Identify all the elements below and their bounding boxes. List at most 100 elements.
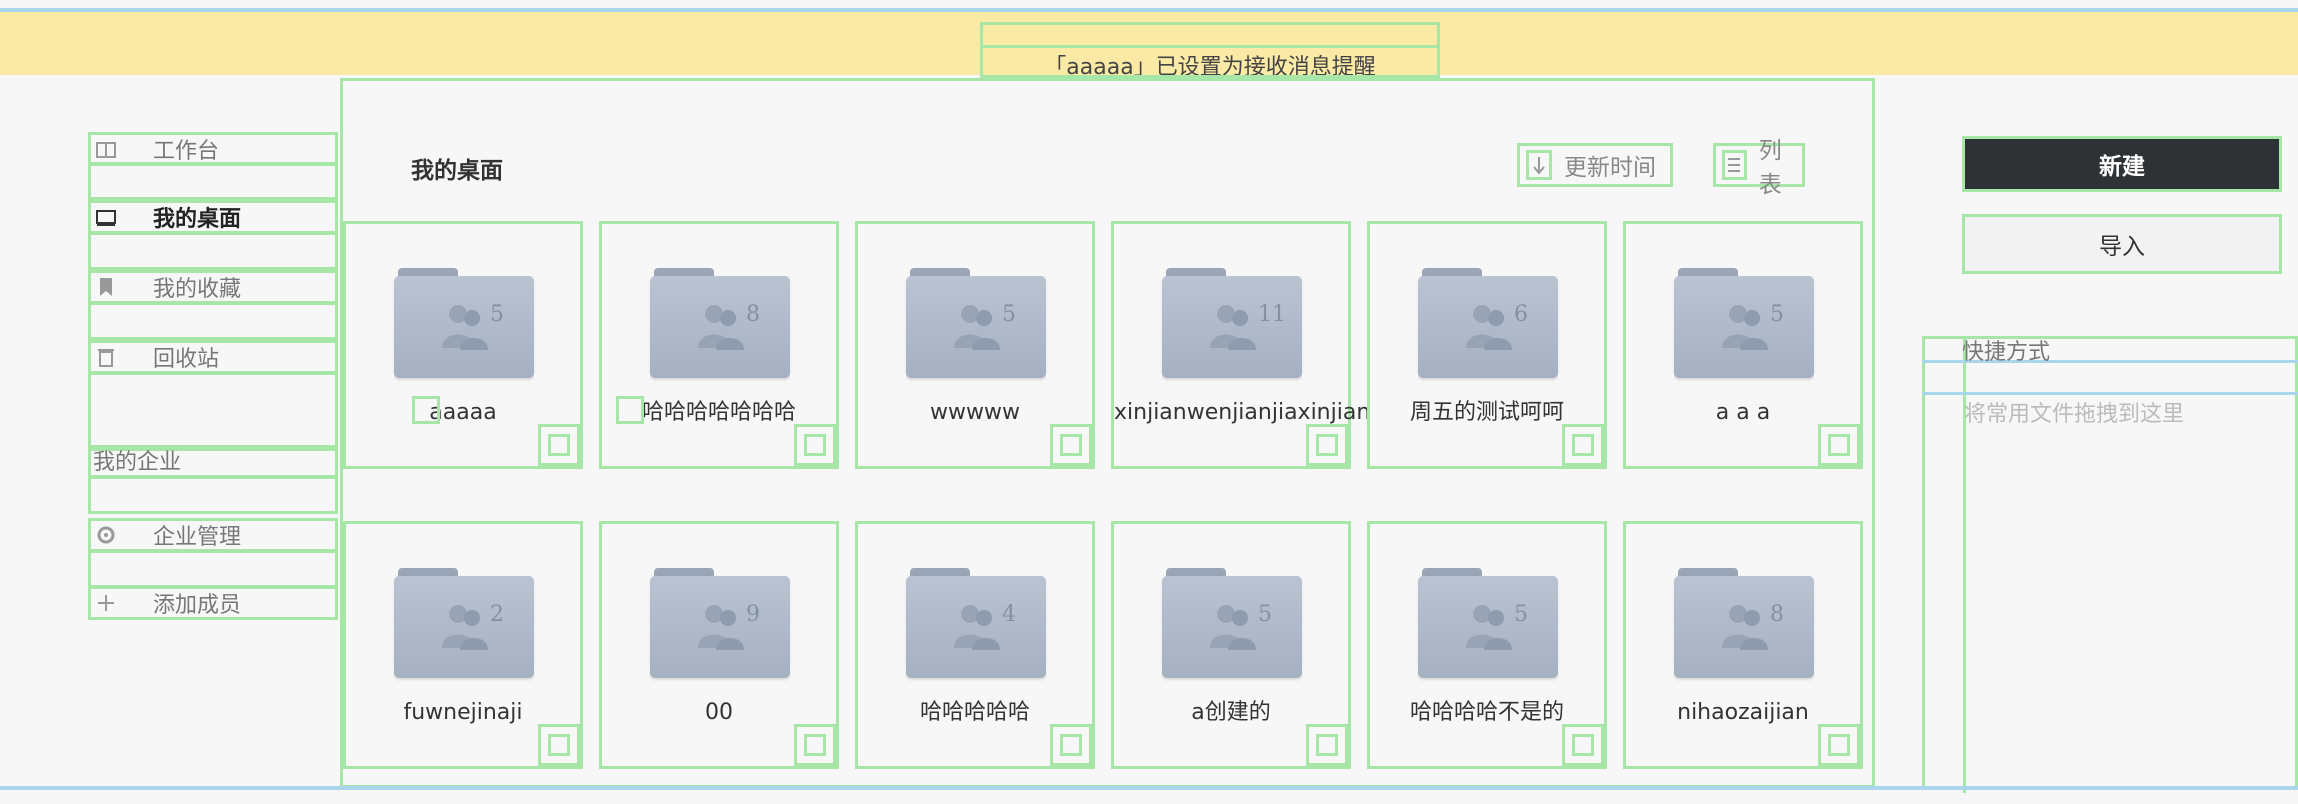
member-count: 5: [1514, 602, 1528, 627]
select-checkbox[interactable]: [1818, 424, 1860, 466]
select-checkbox[interactable]: [1050, 724, 1092, 766]
sidebar-item-label: 我的收藏: [153, 277, 242, 302]
shared-folder-icon: 4: [906, 568, 1046, 678]
main-panel: 我的桌面 更新时间 列表 5 aaaaa 8 哈哈哈哈哈哈哈 5 wwwww 11 xinji…: [340, 78, 1875, 788]
shared-folder-icon: 2: [394, 568, 534, 678]
workbench-icon: [95, 138, 117, 160]
member-count: 5: [1770, 302, 1784, 327]
member-count: 11: [1258, 302, 1286, 327]
member-count: 5: [1002, 302, 1016, 327]
people-icon: [1210, 305, 1256, 350]
sidebar-item-trash[interactable]: 回收站: [88, 340, 338, 374]
people-icon: [698, 305, 744, 350]
select-checkbox[interactable]: [1562, 724, 1604, 766]
sidebar-spacer: [88, 232, 338, 270]
sidebar-spacer: [88, 372, 338, 448]
gear-icon: [95, 524, 117, 546]
folder-card[interactable]: 5 aaaaa: [343, 221, 583, 469]
list-view-button[interactable]: 列表: [1713, 138, 1805, 198]
shortcut-hint: 将常用文件拖拽到这里: [1964, 402, 2185, 427]
select-checkbox[interactable]: [538, 424, 580, 466]
folder-card[interactable]: 6 周五的测试呵呵: [1367, 221, 1607, 469]
people-icon: [1722, 305, 1768, 350]
select-checkbox[interactable]: [794, 724, 836, 766]
member-count: 8: [746, 302, 760, 327]
folder-card[interactable]: 5a a a: [1623, 221, 1863, 469]
list-icon: [1722, 150, 1747, 180]
shared-folder-icon: 8: [1674, 568, 1814, 678]
member-count: 8: [1770, 602, 1784, 627]
desktop-icon: [95, 206, 117, 228]
import-button[interactable]: 导入: [1962, 214, 2282, 274]
shared-folder-icon: 6: [1418, 268, 1558, 378]
folder-card[interactable]: 2 fuwnejinaji: [343, 521, 583, 769]
right-panel: 新建 导入 快捷方式 将常用文件拖拽到这里: [1922, 130, 2298, 793]
shared-folder-icon: 9: [650, 568, 790, 678]
people-icon: [698, 605, 744, 650]
bottom-divider: [0, 786, 2298, 790]
shortcut-divider: [1922, 392, 2298, 395]
new-button[interactable]: 新建: [1962, 136, 2282, 192]
trash-icon: [95, 346, 117, 368]
shared-folder-icon: 8: [650, 268, 790, 378]
shared-folder-icon: 5: [1418, 568, 1558, 678]
bookmark-icon: [95, 276, 117, 298]
people-icon: [1722, 605, 1768, 650]
people-icon: [954, 305, 1000, 350]
sidebar-item-label: 添加成员: [153, 593, 242, 618]
sidebar-spacer: [88, 302, 338, 340]
folder-card[interactable]: 5 a创建的: [1111, 521, 1351, 769]
sidebar-section-enterprise: 我的企业: [88, 448, 338, 478]
sidebar-spacer: [88, 162, 338, 200]
shared-folder-icon: 5: [1674, 268, 1814, 378]
sort-by-update-button[interactable]: 更新时间: [1517, 143, 1673, 187]
select-checkbox[interactable]: [794, 424, 836, 466]
select-checkbox[interactable]: [1306, 724, 1348, 766]
sort-down-icon: [1526, 150, 1552, 180]
shared-folder-icon: 5: [1162, 568, 1302, 678]
shared-folder-icon: 5: [394, 268, 534, 378]
select-checkbox[interactable]: [1050, 424, 1092, 466]
people-icon: [954, 605, 1000, 650]
sidebar-item-enterprise-admin[interactable]: 企业管理: [88, 518, 338, 552]
folder-card[interactable]: 11 xinjianwenjianjiaxinjian: [1111, 221, 1370, 469]
member-count: 5: [1258, 602, 1272, 627]
people-icon: [1466, 605, 1512, 650]
sort-label: 更新时间: [1564, 155, 1656, 181]
sidebar-spacer: [88, 476, 338, 514]
select-checkbox[interactable]: [1818, 724, 1860, 766]
sidebar-item-label: 我的桌面: [153, 207, 242, 232]
sidebar-item-my-desktop[interactable]: 我的桌面: [88, 200, 338, 234]
member-count: 6: [1514, 302, 1528, 327]
folder-card[interactable]: 4 哈哈哈哈哈: [855, 521, 1095, 769]
plus-icon: [95, 592, 117, 614]
view-label: 列表: [1758, 138, 1782, 198]
people-icon: [442, 605, 488, 650]
folder-card[interactable]: 5 哈哈哈哈不是的: [1367, 521, 1607, 769]
sidebar-item-workbench[interactable]: 工作台: [88, 132, 338, 166]
folder-card[interactable]: 8 nihaozaijian: [1623, 521, 1863, 769]
shared-folder-icon: 5: [906, 268, 1046, 378]
select-checkbox[interactable]: [1562, 424, 1604, 466]
page-title: 我的桌面: [411, 158, 503, 184]
people-icon: [442, 305, 488, 350]
sidebar-item-label: 工作台: [153, 139, 220, 164]
sidebar-item-label: 回收站: [153, 347, 220, 372]
folder-card[interactable]: 9 00: [599, 521, 839, 769]
notify-indicator: [412, 396, 440, 424]
member-count: 9: [746, 602, 760, 627]
sidebar-item-favorites[interactable]: 我的收藏: [88, 270, 338, 304]
member-count: 5: [490, 302, 504, 327]
shared-folder-icon: 11: [1162, 268, 1302, 378]
sidebar-item-add-member[interactable]: 添加成员: [88, 586, 338, 620]
folder-card[interactable]: 8 哈哈哈哈哈哈哈: [599, 221, 839, 469]
select-checkbox[interactable]: [538, 724, 580, 766]
notification-text: 「aaaaa」已设置为接收消息提醒: [1044, 55, 1376, 80]
sidebar-spacer: [88, 550, 338, 588]
member-count: 4: [1002, 602, 1016, 627]
folder-card[interactable]: 5 wwwww: [855, 221, 1095, 469]
select-checkbox[interactable]: [1306, 424, 1348, 466]
people-icon: [1466, 305, 1512, 350]
shortcut-title: 快捷方式: [1962, 340, 2051, 365]
member-count: 2: [490, 602, 504, 627]
